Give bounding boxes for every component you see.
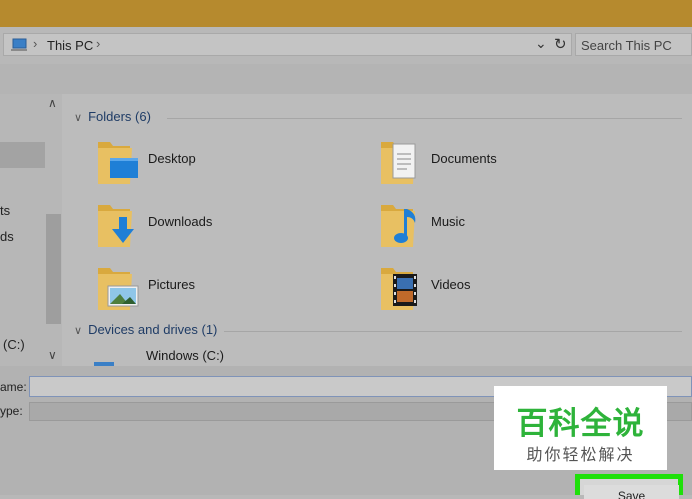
- address-bar[interactable]: › This PC › ⌄ ↻: [3, 33, 572, 56]
- folder-label: Documents: [431, 151, 497, 166]
- breadcrumb-chevron-icon[interactable]: ›: [96, 36, 100, 51]
- documents-folder-icon: [381, 142, 416, 184]
- folder-music[interactable]: Music: [379, 197, 649, 249]
- watermark-subtitle: 助你轻松解决: [526, 445, 635, 464]
- savetype-label: ype:: [0, 404, 23, 418]
- nav-selected-item[interactable]: [0, 142, 45, 168]
- refresh-icon[interactable]: ↻: [554, 35, 567, 53]
- group-divider: [224, 331, 682, 332]
- chevron-down-icon[interactable]: ⌄: [535, 35, 547, 52]
- this-pc-icon: [11, 38, 27, 51]
- drive-windows-c[interactable]: Windows (C:): [94, 344, 354, 366]
- chevron-down-icon[interactable]: ∨: [74, 112, 82, 124]
- folder-label: Videos: [431, 277, 471, 292]
- search-placeholder: Search This PC: [581, 38, 672, 53]
- window-titlebar: [0, 0, 692, 27]
- devices-group-header[interactable]: ∨ Devices and drives (1): [74, 322, 217, 337]
- scroll-thumb[interactable]: [46, 214, 61, 324]
- folders-group-header[interactable]: ∨ Folders (6): [74, 109, 151, 124]
- filename-label: ame:: [0, 380, 27, 394]
- file-view: ∨ Folders (6) Desktop Documents Download…: [62, 94, 692, 366]
- nav-scrollbar[interactable]: ∧ ∨: [45, 94, 62, 366]
- pictures-folder-icon: [98, 268, 139, 310]
- scroll-up-icon[interactable]: ∧: [48, 96, 57, 110]
- drive-label: Windows (C:): [146, 348, 225, 363]
- folder-documents[interactable]: Documents: [379, 134, 649, 186]
- scroll-down-icon[interactable]: ∨: [48, 348, 57, 362]
- search-input[interactable]: Search This PC: [575, 33, 692, 56]
- nav-item[interactable]: ds: [0, 229, 14, 244]
- command-toolbar: [0, 64, 692, 94]
- devices-header-label: Devices and drives (1): [88, 322, 218, 337]
- folder-videos[interactable]: Videos: [379, 260, 649, 312]
- downloads-folder-icon: [98, 205, 134, 247]
- folder-label: Desktop: [148, 151, 196, 166]
- navigation-pane: ts ds (C:): [0, 94, 45, 366]
- videos-folder-icon: [381, 268, 417, 310]
- folder-pictures[interactable]: Pictures: [96, 260, 366, 312]
- watermark-title: 百科全说: [516, 406, 645, 442]
- folder-label: Pictures: [148, 277, 195, 292]
- music-folder-icon: [381, 205, 416, 247]
- folder-desktop[interactable]: Desktop: [96, 134, 366, 186]
- folder-label: Music: [431, 214, 465, 229]
- nav-item[interactable]: ts: [0, 203, 10, 218]
- group-divider: [167, 118, 682, 119]
- breadcrumb-chevron-icon[interactable]: ›: [33, 36, 37, 51]
- desktop-folder-icon: [98, 142, 138, 184]
- save-button-highlight: Save: [575, 474, 683, 499]
- breadcrumb-this-pc[interactable]: This PC: [47, 38, 93, 53]
- chevron-down-icon[interactable]: ∨: [74, 325, 82, 337]
- address-row: › This PC › ⌄ ↻ Search This PC: [0, 27, 692, 64]
- folders-header-label: Folders (6): [88, 109, 151, 124]
- watermark: 百科全说 助你轻松解决: [494, 386, 667, 470]
- nav-item-local-disk[interactable]: (C:): [3, 337, 25, 352]
- folder-downloads[interactable]: Downloads: [96, 197, 366, 249]
- save-button[interactable]: Save: [584, 485, 679, 499]
- folder-label: Downloads: [148, 214, 213, 229]
